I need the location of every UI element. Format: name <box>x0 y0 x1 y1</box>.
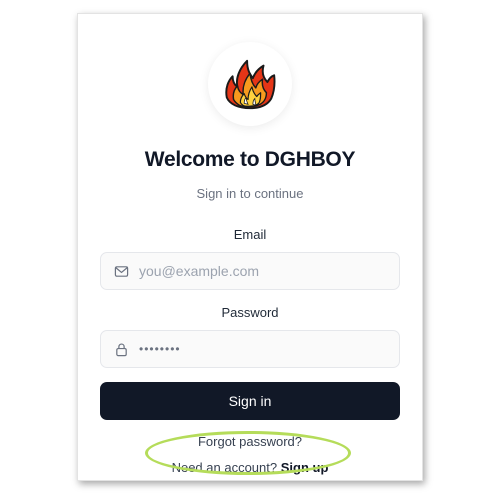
logo <box>208 42 292 126</box>
sign-in-button[interactable]: Sign in <box>100 382 400 420</box>
forgot-password-link[interactable]: Forgot password? <box>78 434 422 449</box>
page-title: Welcome to DGHBOY <box>144 148 356 171</box>
mail-icon <box>113 263 129 279</box>
email-field[interactable] <box>100 252 400 290</box>
fire-icon <box>225 59 276 110</box>
sign-up-link[interactable]: Sign up <box>281 460 329 475</box>
email-input[interactable] <box>139 263 379 279</box>
page: Welcome to DGHBOY Sign in to continue Em… <box>0 0 500 500</box>
login-card: Welcome to DGHBOY Sign in to continue Em… <box>78 14 422 480</box>
password-label: Password <box>221 305 279 320</box>
signup-prompt: Need an account? Sign up <box>78 460 422 475</box>
lock-icon <box>113 341 129 357</box>
need-account-text: Need an account? <box>171 460 278 475</box>
password-input[interactable] <box>139 342 379 356</box>
email-label: Email <box>233 227 267 242</box>
password-field[interactable] <box>100 330 400 368</box>
page-subtitle: Sign in to continue <box>196 186 304 201</box>
